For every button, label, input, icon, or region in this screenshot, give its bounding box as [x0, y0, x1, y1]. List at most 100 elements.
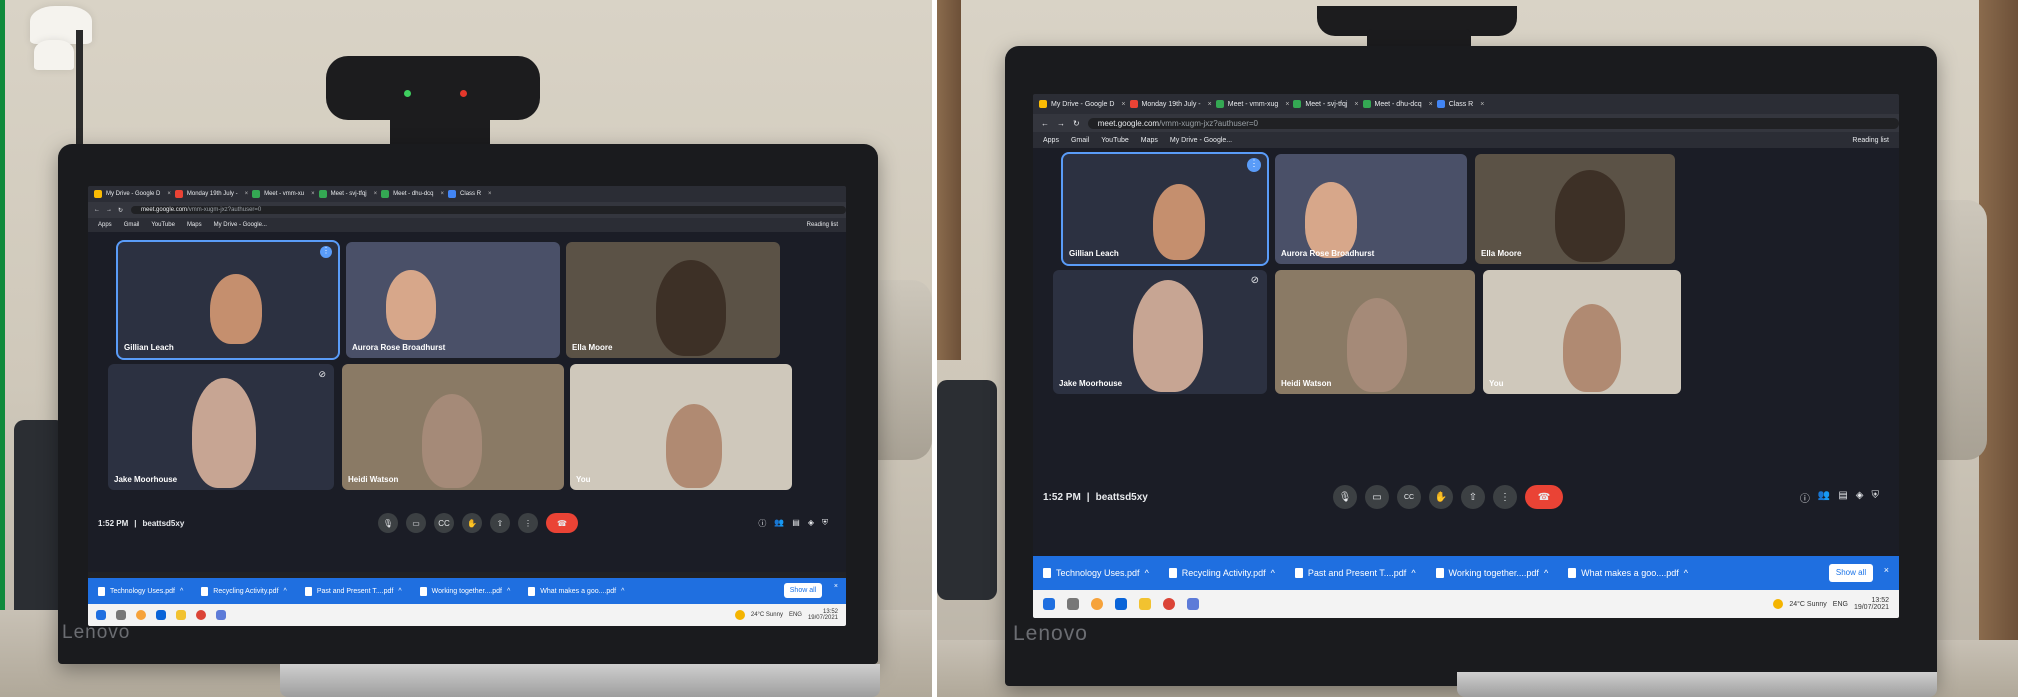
download-item[interactable]: Technology Uses.pdf ^ [98, 586, 183, 596]
chevron-up-icon[interactable]: ^ [1271, 568, 1275, 578]
url-field[interactable]: meet.google.com/vmm-xugm-jxz?authuser=0 [1087, 117, 1899, 129]
file-explorer-icon[interactable] [176, 610, 186, 620]
mail-icon[interactable] [1115, 598, 1127, 610]
bookmark-maps[interactable]: Maps [187, 222, 202, 228]
tab-class[interactable]: Class R × [1436, 100, 1484, 108]
forward-icon[interactable]: → [106, 207, 112, 213]
download-item[interactable]: What makes a goo....pdf ^ [1568, 568, 1688, 578]
download-item[interactable]: Technology Uses.pdf ^ [1043, 568, 1149, 578]
more-options-icon[interactable]: ⋮ [518, 513, 538, 533]
chevron-up-icon[interactable]: ^ [1684, 568, 1688, 578]
bookmark-youtube[interactable]: YouTube [151, 222, 175, 228]
info-icon[interactable]: ⓘ [1800, 490, 1810, 505]
chevron-up-icon[interactable]: ^ [1544, 568, 1548, 578]
reading-list[interactable]: Reading list [1852, 137, 1889, 144]
present-icon[interactable]: ⇧ [490, 513, 510, 533]
mic-icon[interactable]: 🎙 [378, 513, 398, 533]
tile-heidi-watson[interactable]: Heidi Watson [1275, 270, 1475, 394]
show-all-button[interactable]: Show all [784, 583, 822, 598]
close-icon[interactable]: × [1354, 101, 1358, 108]
tab-meet-3[interactable]: Meet - dhu-dcq × [1362, 100, 1433, 108]
captions-icon[interactable]: CC [434, 513, 454, 533]
download-item[interactable]: Recycling Activity.pdf ^ [1168, 568, 1275, 578]
captions-icon[interactable]: CC [1397, 485, 1421, 509]
task-view-icon[interactable] [1067, 598, 1079, 610]
mail-icon[interactable] [156, 610, 166, 620]
close-icon[interactable]: × [311, 191, 315, 197]
tab-meet-1[interactable]: Meet - vmm-xug × [1215, 100, 1289, 108]
show-all-button[interactable]: Show all [1829, 564, 1873, 582]
close-icon[interactable]: × [245, 191, 249, 197]
tile-gillian-leach[interactable]: ⋮ Gillian Leach [116, 240, 340, 360]
activities-icon[interactable]: ◈ [808, 518, 814, 529]
tab-meet-2[interactable]: Meet - svj-tfqj × [1293, 100, 1359, 108]
reload-icon[interactable]: ↻ [118, 207, 123, 214]
chat-icon[interactable]: ▤ [1838, 490, 1847, 505]
close-icon[interactable]: × [488, 191, 492, 197]
forward-icon[interactable]: → [1057, 119, 1065, 128]
bookmark-youtube[interactable]: YouTube [1101, 137, 1129, 144]
chevron-up-icon[interactable]: ^ [284, 588, 287, 595]
tab-monday[interactable]: Monday 19th July - × [174, 190, 249, 198]
chevron-up-icon[interactable]: ^ [398, 588, 401, 595]
camera-icon[interactable]: ▭ [1365, 485, 1389, 509]
close-icon[interactable]: × [1285, 101, 1289, 108]
reload-icon[interactable]: ↻ [1073, 119, 1080, 128]
chevron-up-icon[interactable]: ^ [1145, 568, 1149, 578]
mic-icon[interactable]: 🎙 [1333, 485, 1357, 509]
chevron-up-icon[interactable]: ^ [1411, 568, 1415, 578]
download-item[interactable]: Recycling Activity.pdf ^ [201, 586, 287, 596]
raise-hand-icon[interactable]: ✋ [1429, 485, 1453, 509]
tile-jake-moorhouse[interactable]: ⊘ Jake Moorhouse [108, 364, 334, 490]
camera-icon[interactable]: ▭ [406, 513, 426, 533]
url-field[interactable]: meet.google.com/vmm-xugm-jxz?authuser=0 [131, 206, 846, 214]
end-call-icon[interactable]: ☎ [546, 513, 578, 533]
close-icon[interactable]: × [834, 583, 838, 590]
tile-ella-moore[interactable]: Ella Moore [566, 242, 780, 358]
tile-ella-moore[interactable]: Ella Moore [1475, 154, 1675, 264]
reading-list[interactable]: Reading list [807, 222, 838, 228]
raise-hand-icon[interactable]: ✋ [462, 513, 482, 533]
bookmark-gmail[interactable]: Gmail [1071, 137, 1089, 144]
tile-you[interactable]: You [1483, 270, 1681, 394]
people-icon[interactable]: 👥 [1818, 490, 1830, 505]
download-item[interactable]: Past and Present T....pdf ^ [304, 586, 402, 596]
tab-my-drive[interactable]: My Drive - Google D × [1039, 100, 1126, 108]
close-icon[interactable]: × [1429, 101, 1433, 108]
chevron-up-icon[interactable]: ^ [180, 588, 183, 595]
activities-icon[interactable]: ◈ [1856, 490, 1864, 505]
close-icon[interactable]: × [1480, 101, 1484, 108]
host-controls-icon[interactable]: ⛨ [822, 518, 828, 529]
close-icon[interactable]: × [441, 191, 445, 197]
task-view-icon[interactable] [116, 610, 126, 620]
chevron-up-icon[interactable]: ^ [507, 588, 510, 595]
download-item[interactable]: Past and Present T....pdf ^ [1294, 568, 1416, 578]
app-icon[interactable] [1187, 598, 1199, 610]
back-icon[interactable]: ← [1041, 119, 1049, 128]
download-item[interactable]: Working together....pdf ^ [1435, 568, 1548, 578]
download-item[interactable]: Working together....pdf ^ [419, 586, 510, 596]
close-icon[interactable]: × [1884, 565, 1889, 575]
end-call-icon[interactable]: ☎ [1525, 485, 1563, 509]
close-icon[interactable]: × [374, 191, 378, 197]
office-icon[interactable] [1091, 598, 1103, 610]
tab-monday[interactable]: Monday 19th July - × [1129, 100, 1212, 108]
tab-meet-3[interactable]: Meet - dhu-dcq × [381, 190, 444, 198]
tile-heidi-watson[interactable]: Heidi Watson [342, 364, 564, 490]
bookmark-maps[interactable]: Maps [1141, 137, 1158, 144]
bookmark-gmail[interactable]: Gmail [124, 222, 140, 228]
host-controls-icon[interactable]: ⛨ [1872, 490, 1880, 505]
close-icon[interactable]: × [1208, 101, 1212, 108]
tab-class[interactable]: Class R × [448, 190, 492, 198]
tile-jake-moorhouse[interactable]: ⊘ Jake Moorhouse [1053, 270, 1267, 394]
chat-icon[interactable]: ▤ [792, 518, 800, 529]
tab-my-drive[interactable]: My Drive - Google D × [94, 190, 171, 198]
present-icon[interactable]: ⇧ [1461, 485, 1485, 509]
chrome-icon[interactable] [196, 610, 206, 620]
download-item[interactable]: What makes a goo....pdf ^ [528, 586, 624, 596]
chrome-icon[interactable] [1163, 598, 1175, 610]
tile-you[interactable]: You [570, 364, 792, 490]
tile-aurora-rose-broadhurst[interactable]: Aurora Rose Broadhurst [346, 242, 560, 358]
bookmark-apps[interactable]: Apps [1043, 137, 1059, 144]
bookmark-apps[interactable]: Apps [98, 222, 112, 228]
